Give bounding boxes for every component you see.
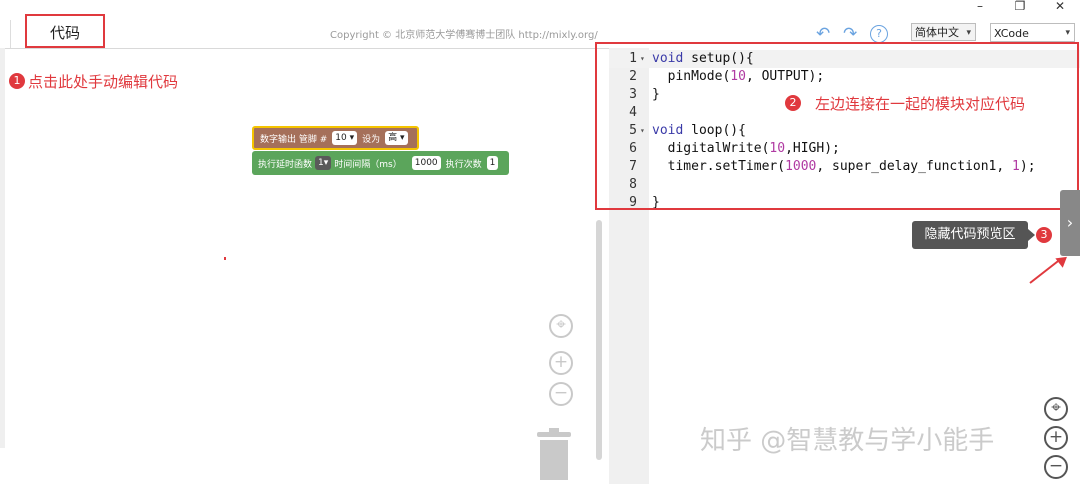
annotation-badge-2: 2 [785, 95, 801, 111]
annotation-text-1: 点击此处手动编辑代码 [28, 73, 179, 91]
cursor-mark [224, 257, 226, 260]
workspace-scrollbar[interactable] [596, 220, 602, 460]
editor-theme-select[interactable]: XCode ▾ [990, 23, 1075, 42]
tab-code-highlight [25, 14, 105, 48]
digital-output-label: 数字输出 管脚 # [260, 134, 328, 145]
language-select-value: 简体中文 [915, 26, 959, 39]
theme-select-value: XCode [994, 27, 1029, 40]
undo-icon[interactable]: ↶ [816, 24, 830, 44]
pin-dropdown[interactable]: 10 ▾ [332, 131, 358, 145]
interval-label: 时间间隔（ms） [334, 159, 402, 170]
timer-label: 执行延时函数 [258, 159, 313, 170]
minimize-button[interactable]: – [960, 0, 1000, 14]
redo-icon[interactable]: ↷ [843, 24, 857, 44]
level-dropdown[interactable]: 高 ▾ [385, 131, 408, 145]
tooltip-arrow [1028, 229, 1035, 241]
help-icon[interactable]: ? [870, 25, 888, 43]
interval-input[interactable]: 1000 [411, 156, 441, 170]
editor-zoom-out-icon[interactable]: − [1044, 455, 1068, 479]
copyright-text: Copyright © 北京师范大学傅骞博士团队 http://mixly.or… [330, 30, 598, 41]
close-button[interactable]: ✕ [1040, 0, 1080, 14]
timer-block[interactable]: 执行延时函数 1▾ 时间间隔（ms） 1000 执行次数 1 [252, 151, 510, 175]
zoom-out-icon[interactable]: − [549, 382, 573, 406]
editor-zoom-in-icon[interactable]: + [1044, 426, 1068, 450]
digital-output-block[interactable]: 数字输出 管脚 # 10 ▾ 设为 高 ▾ [252, 126, 419, 150]
maximize-button[interactable]: ❐ [1000, 0, 1040, 14]
times-input[interactable]: 1 [486, 156, 499, 170]
set-label: 设为 [362, 134, 381, 145]
function-dropdown[interactable]: 1▾ [315, 156, 332, 170]
chevron-down-icon: ▾ [1065, 28, 1070, 38]
window-controls: – ❐ ✕ [960, 0, 1080, 14]
trash-icon[interactable] [537, 428, 571, 480]
language-select[interactable]: 简体中文 ▾ [911, 23, 976, 41]
editor-center-icon[interactable]: ⌖ [1044, 397, 1068, 421]
center-workspace-icon[interactable]: ⌖ [549, 314, 573, 338]
annotation-badge-3: 3 [1036, 227, 1052, 243]
chevron-down-icon: ▾ [966, 28, 971, 38]
hide-code-preview-tooltip: 隐藏代码预览区 [912, 221, 1028, 249]
code-highlight-box [595, 42, 1079, 210]
tab-strip-divider [10, 20, 11, 48]
workspace-left-edge [0, 48, 5, 448]
annotation-text-2: 左边连接在一起的模块对应代码 [815, 95, 1026, 113]
annotation-badge-1: 1 [9, 73, 25, 89]
times-label: 执行次数 [445, 159, 482, 170]
hide-code-preview-button[interactable]: › [1060, 190, 1080, 256]
zoom-in-icon[interactable]: + [549, 351, 573, 375]
watermark: 知乎 @智慧教与学小能手 [700, 426, 995, 456]
